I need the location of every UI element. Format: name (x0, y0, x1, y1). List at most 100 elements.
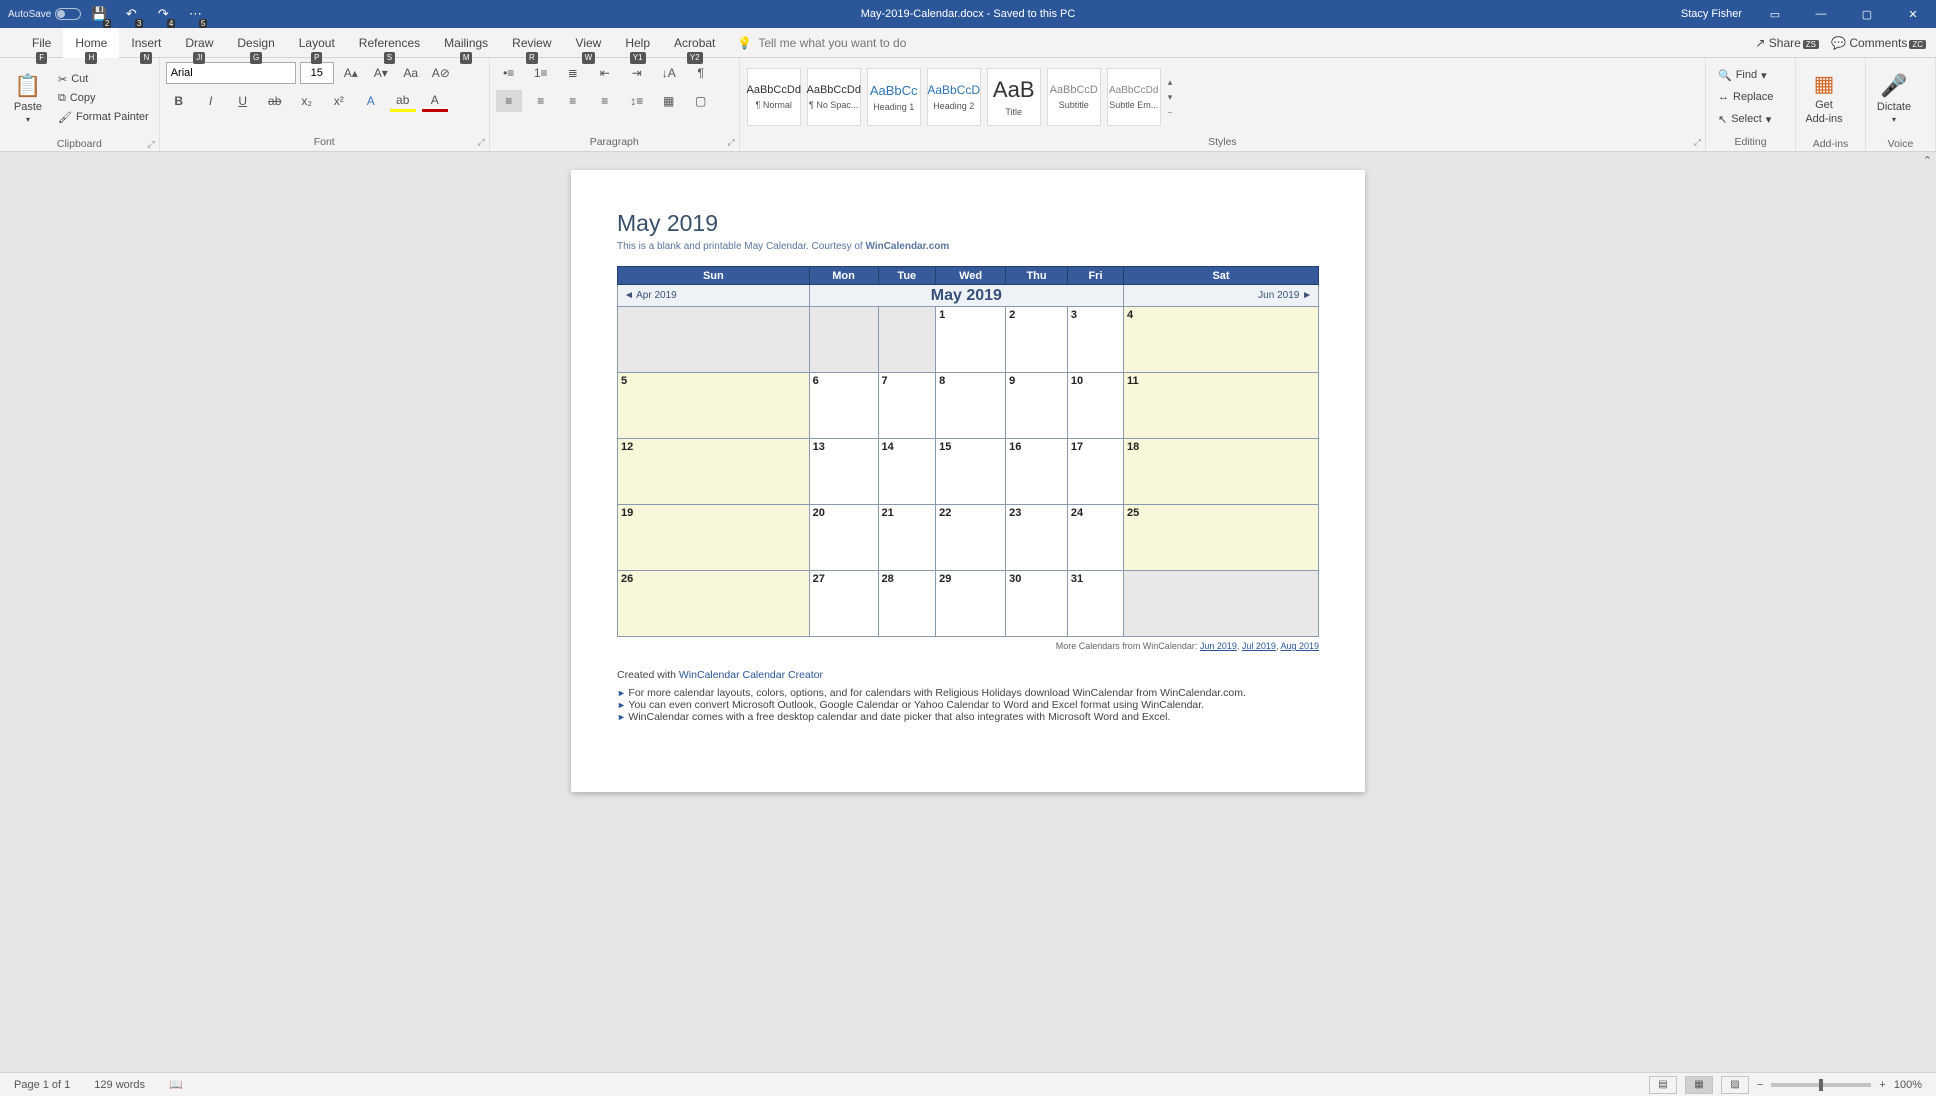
tab-layout[interactable]: LayoutP (287, 28, 347, 58)
calendar-cell[interactable]: 16 (1006, 439, 1068, 505)
get-addins-button[interactable]: ▦ GetAdd-ins (1802, 62, 1846, 134)
redo-icon[interactable]: ↷4 (149, 2, 177, 26)
styles-gallery[interactable]: AaBbCcDd¶ NormalAaBbCcDd¶ No Spac...AaBb… (740, 58, 1705, 136)
shrink-font-icon[interactable]: A▾ (368, 62, 394, 84)
month-link[interactable]: Jun 2019 (1200, 641, 1237, 651)
tab-acrobat[interactable]: AcrobatY2 (662, 28, 727, 58)
font-size-select[interactable]: 15 (300, 62, 334, 84)
undo-icon[interactable]: ↶3 (117, 2, 145, 26)
calendar-cell[interactable]: 7 (878, 373, 936, 439)
tab-mailings[interactable]: MailingsM (432, 28, 500, 58)
calendar-cell[interactable]: 10 (1067, 373, 1123, 439)
calendar-cell[interactable]: 26 (618, 571, 810, 637)
tell-me-search[interactable]: 💡Tell me what you want to do (737, 28, 906, 58)
font-color-icon[interactable]: A (422, 90, 448, 112)
tab-help[interactable]: HelpY1 (613, 28, 662, 58)
calendar-cell[interactable]: 28 (878, 571, 936, 637)
calendar-cell[interactable]: 25 (1124, 505, 1319, 571)
zoom-slider[interactable] (1771, 1083, 1871, 1087)
maximize-icon[interactable]: ▢ (1844, 0, 1890, 28)
align-center-icon[interactable]: ≡ (528, 90, 554, 112)
strikethrough-button[interactable]: ab (262, 90, 288, 112)
calendar-cell[interactable]: 8 (936, 373, 1006, 439)
calendar-cell[interactable] (618, 307, 810, 373)
save-icon[interactable]: 💾2 (85, 2, 113, 26)
calendar-cell[interactable]: 24 (1067, 505, 1123, 571)
read-mode-icon[interactable]: ▤ (1649, 1076, 1677, 1094)
tab-draw[interactable]: DrawJI (173, 28, 225, 58)
prev-month-link[interactable]: ◄ Apr 2019 (618, 285, 810, 307)
copy-button[interactable]: ⧉Copy (54, 90, 153, 107)
calendar-cell[interactable]: 21 (878, 505, 936, 571)
zoom-level[interactable]: 100% (1894, 1079, 1922, 1091)
calendar-cell[interactable]: 31 (1067, 571, 1123, 637)
dialog-launcher-icon[interactable]: ⤢ (148, 139, 155, 150)
decrease-indent-icon[interactable]: ⇤ (592, 62, 618, 84)
dialog-launcher-icon[interactable]: ⤢ (478, 137, 485, 148)
calendar-cell[interactable]: 3 (1067, 307, 1123, 373)
web-layout-icon[interactable]: ▨ (1721, 1076, 1749, 1094)
wincalendar-link[interactable]: WinCalendar.com (865, 241, 949, 252)
dictate-button[interactable]: 🎤 Dictate▾ (1872, 62, 1916, 134)
word-count[interactable]: 129 words (94, 1079, 145, 1091)
replace-button[interactable]: ↔Replace (1718, 87, 1773, 107)
style-subtleem[interactable]: AaBbCcDdSubtle Em... (1107, 68, 1161, 126)
calendar-cell[interactable]: 4 (1124, 307, 1319, 373)
calendar-cell[interactable]: 2 (1006, 307, 1068, 373)
style-nospac[interactable]: AaBbCcDd¶ No Spac... (807, 68, 861, 126)
dialog-launcher-icon[interactable]: ⤢ (728, 137, 735, 148)
user-name[interactable]: Stacy Fisher (1671, 8, 1752, 20)
subscript-button[interactable]: x₂ (294, 90, 320, 112)
calendar-cell[interactable]: 27 (809, 571, 878, 637)
next-month-link[interactable]: Jun 2019 ► (1124, 285, 1319, 307)
comments-button[interactable]: 💬 CommentsZC (1831, 36, 1926, 50)
shading-icon[interactable]: ▦ (656, 90, 682, 112)
bullets-icon[interactable]: •≡ (496, 62, 522, 84)
document-area[interactable]: May 2019 This is a blank and printable M… (12, 152, 1924, 1068)
collapse-ribbon-icon[interactable]: ⌃ (1923, 154, 1932, 167)
calendar-cell[interactable]: 11 (1124, 373, 1319, 439)
autosave-toggle[interactable]: AutoSave (8, 8, 81, 20)
calendar-cell[interactable]: 18 (1124, 439, 1319, 505)
select-button[interactable]: ↖Select ▾ (1718, 109, 1773, 129)
align-right-icon[interactable]: ≡ (560, 90, 586, 112)
calendar-cell[interactable]: 13 (809, 439, 878, 505)
calendar-cell[interactable]: 20 (809, 505, 878, 571)
creator-link[interactable]: WinCalendar Calendar Creator (679, 669, 823, 681)
calendar-cell[interactable]: 15 (936, 439, 1006, 505)
calendar-cell[interactable]: 14 (878, 439, 936, 505)
spellcheck-icon[interactable]: 📖 (169, 1078, 183, 1091)
show-marks-icon[interactable]: ¶ (688, 62, 714, 84)
highlight-icon[interactable]: ab (390, 90, 416, 112)
calendar-cell[interactable]: 12 (618, 439, 810, 505)
line-spacing-icon[interactable]: ↕≡ (624, 90, 650, 112)
tab-insert[interactable]: InsertN (119, 28, 173, 58)
minimize-icon[interactable]: — (1798, 0, 1844, 28)
calendar-cell[interactable]: 22 (936, 505, 1006, 571)
format-painter-button[interactable]: 🖌Format Painter (54, 109, 153, 126)
cut-button[interactable]: ✂Cut (54, 71, 153, 88)
clear-format-icon[interactable]: A⊘ (428, 62, 454, 84)
calendar-cell[interactable] (809, 307, 878, 373)
dialog-launcher-icon[interactable]: ⤢ (1694, 137, 1701, 148)
ribbon-display-icon[interactable]: ▭ (1752, 0, 1798, 28)
grow-font-icon[interactable]: A▴ (338, 62, 364, 84)
tab-file[interactable]: FileF (20, 28, 63, 58)
paste-button[interactable]: 📋 Paste▾ (6, 62, 50, 134)
change-case-icon[interactable]: Aa (398, 62, 424, 84)
justify-icon[interactable]: ≡ (592, 90, 618, 112)
calendar-cell[interactable]: 19 (618, 505, 810, 571)
font-name-select[interactable]: Arial (166, 62, 296, 84)
find-button[interactable]: 🔍Find ▾ (1718, 65, 1773, 85)
zoom-in-icon[interactable]: + (1879, 1079, 1885, 1091)
style-heading1[interactable]: AaBbCcHeading 1 (867, 68, 921, 126)
underline-button[interactable]: U (230, 90, 256, 112)
month-link[interactable]: Aug 2019 (1280, 641, 1319, 651)
share-button[interactable]: ↗ ShareZS (1755, 36, 1819, 50)
style-title[interactable]: AaBTitle (987, 68, 1041, 126)
calendar-cell[interactable]: 23 (1006, 505, 1068, 571)
calendar-cell[interactable]: 9 (1006, 373, 1068, 439)
calendar-cell[interactable]: 5 (618, 373, 810, 439)
tab-review[interactable]: ReviewR (500, 28, 563, 58)
tab-home[interactable]: HomeH (63, 28, 119, 58)
